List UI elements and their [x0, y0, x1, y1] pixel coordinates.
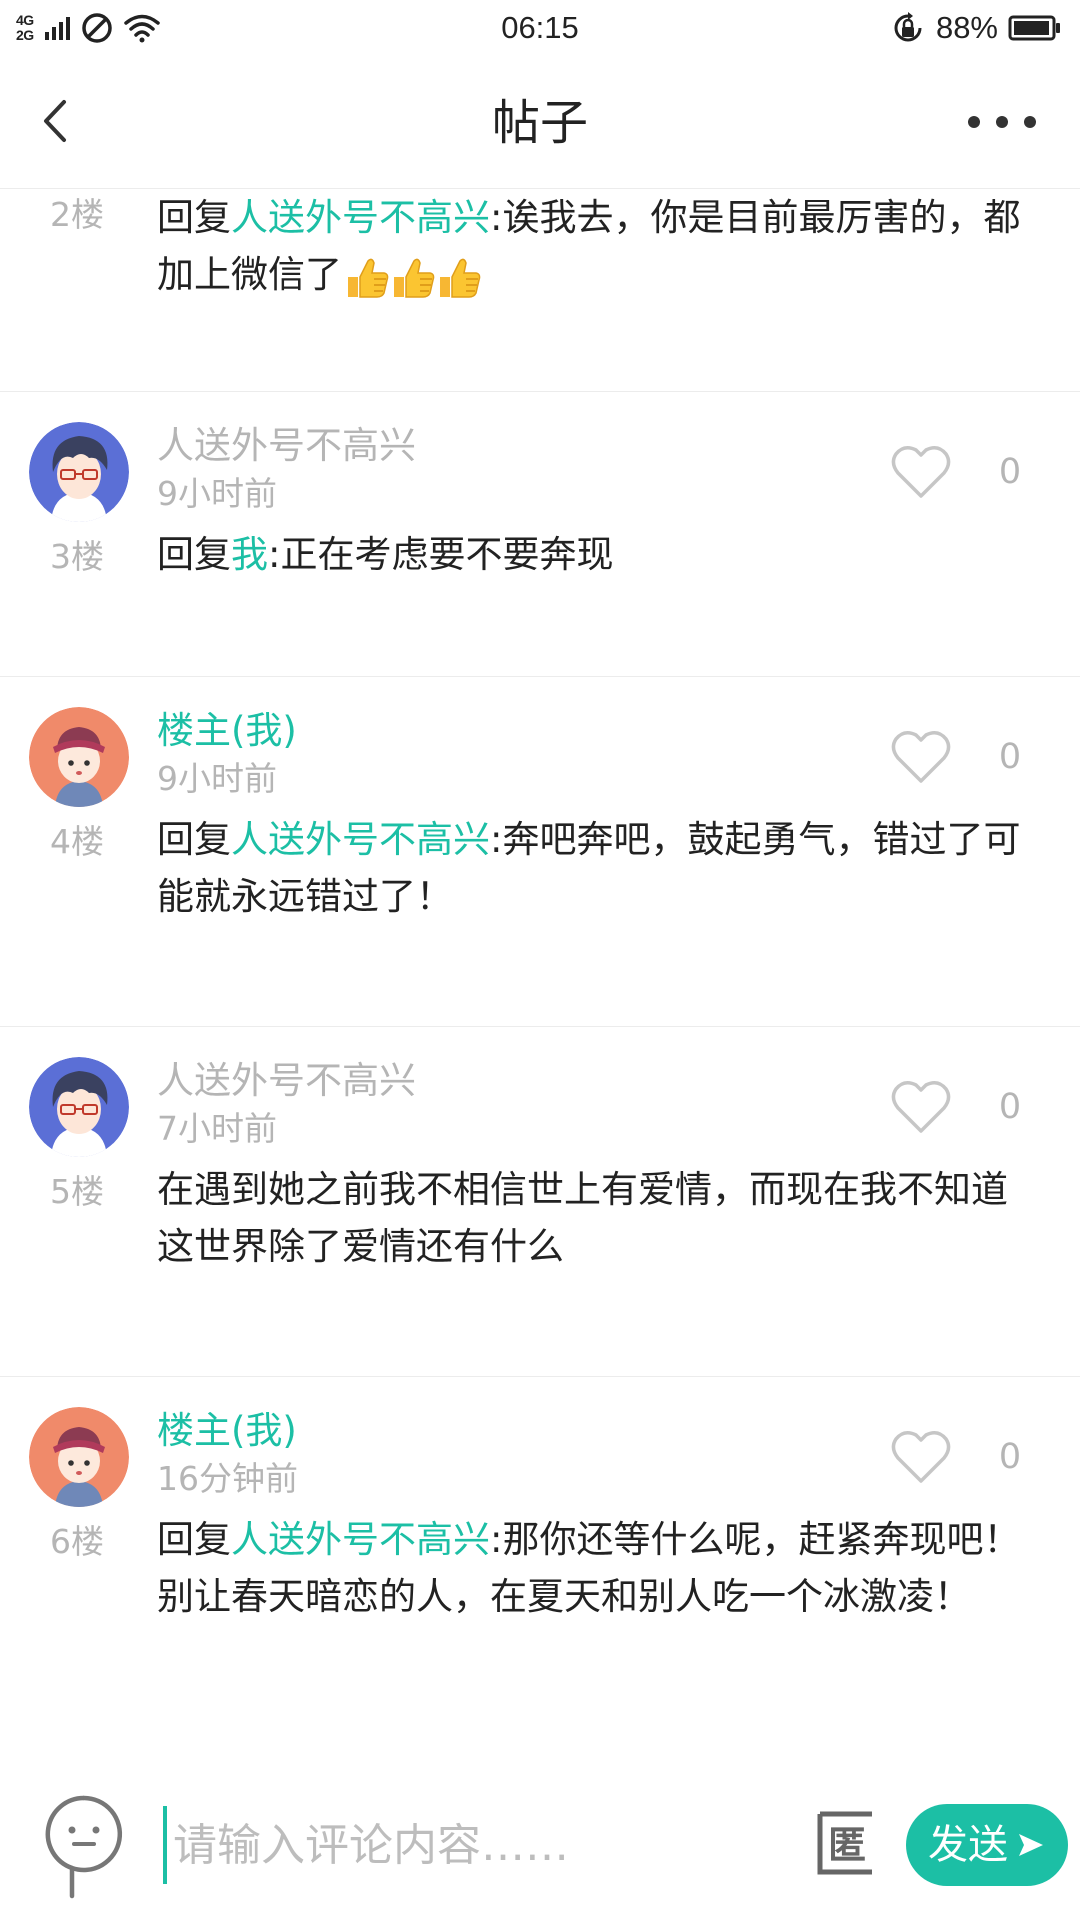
avatar[interactable] — [29, 1057, 129, 1157]
comment-time: 7小时前 — [157, 1109, 277, 1148]
comment-time: 9小时前 — [157, 759, 277, 798]
boy-avatar-icon — [29, 422, 129, 522]
more-dots-icon — [968, 116, 1036, 128]
title-bar: 帖子 — [0, 56, 1080, 189]
thumbs-up-emoji-icon — [394, 258, 435, 298]
reply-prefix: 回复 — [157, 196, 231, 239]
girl-avatar-icon — [29, 707, 129, 807]
avatar[interactable] — [29, 1407, 129, 1507]
thumbs-up-emoji-icon — [348, 258, 389, 298]
heart-outline-icon — [891, 731, 951, 783]
reply-prefix: 回复 — [157, 533, 231, 576]
comment-item: 楼主(我) 9小时前 0 4楼 回复人送外号不高兴:奔吧奔吧，鼓起勇气，错过了可… — [0, 677, 1080, 1027]
comment-body: 在遇到她之前我不相信世上有爱情，而现在我不知道这世界除了爱情还有什么 — [157, 1161, 1027, 1275]
battery-percent: 88% — [935, 10, 998, 45]
comment-body: 回复人送外号不高兴:诶我去，你是目前最厉害的，都加上微信了 — [157, 189, 1027, 303]
rotation-lock-icon — [894, 12, 922, 42]
heart-outline-icon — [891, 1081, 951, 1133]
floor-number: 4楼 — [50, 822, 104, 861]
username[interactable]: 楼主(我) — [157, 708, 297, 754]
anonymous-icon: 匿 — [817, 1811, 872, 1875]
more-button[interactable] — [962, 98, 1042, 146]
status-bar-right: 88% — [890, 8, 1062, 48]
floor-number: 5楼 — [50, 1172, 104, 1211]
like-button[interactable] — [890, 444, 952, 500]
like-count: 0 — [998, 1437, 1022, 1477]
comment-input-bar: 匿 发送 — [0, 1770, 1080, 1920]
floor-number: 3楼 — [50, 537, 104, 576]
reply-target-link[interactable]: 人送外号不高兴 — [231, 818, 490, 861]
username[interactable]: 人送外号不高兴 — [157, 423, 416, 469]
anonymous-label: 匿 — [828, 1823, 866, 1867]
send-button[interactable]: 发送 — [906, 1804, 1068, 1886]
comment-item: 人送外号不高兴 7小时前 0 5楼 在遇到她之前我不相信世上有爱情，而现在我不知… — [0, 1027, 1080, 1377]
reply-target-link[interactable]: 人送外号不高兴 — [231, 196, 490, 239]
like-button[interactable] — [890, 729, 952, 785]
send-label: 发送 — [928, 1822, 1008, 1868]
reply-target-link[interactable]: 我 — [231, 533, 268, 576]
reply-prefix: 回复 — [157, 818, 231, 861]
comment-text: 在遇到她之前我不相信世上有爱情，而现在我不知道这世界除了爱情还有什么 — [157, 1168, 1008, 1268]
comment-item: 楼主(我) 16分钟前 0 6楼 回复人送外号不高兴:那你还等什么呢，赶紧奔现吧… — [0, 1377, 1080, 1786]
heart-outline-icon — [891, 1431, 951, 1483]
like-button[interactable] — [890, 1079, 952, 1135]
reply-prefix: 回复 — [157, 1518, 231, 1561]
comment-body: 回复我:正在考虑要不要奔现 — [157, 526, 1027, 583]
thumbs-up-emoji-icon — [440, 258, 481, 298]
reply-target-link[interactable]: 人送外号不高兴 — [231, 1518, 490, 1561]
page-title: 帖子 — [491, 95, 588, 151]
comment-item: 2楼 回复人送外号不高兴:诶我去，你是目前最厉害的，都加上微信了 — [0, 189, 1080, 392]
comment-time: 9小时前 — [157, 474, 277, 513]
emoji-button[interactable] — [42, 1792, 126, 1904]
comment-time: 16分钟前 — [157, 1459, 298, 1498]
heart-outline-icon — [891, 446, 951, 498]
like-count: 0 — [998, 452, 1022, 492]
boy-avatar-icon — [29, 1057, 129, 1157]
like-count: 0 — [998, 737, 1022, 777]
comment-text: :正在考虑要不要奔现 — [268, 533, 614, 576]
comment-body: 回复人送外号不高兴:那你还等什么呢，赶紧奔现吧！别让春天暗恋的人，在夏天和别人吃… — [157, 1511, 1027, 1625]
comment-list: 2楼 回复人送外号不高兴:诶我去，你是目前最厉害的，都加上微信了 人送外号不高兴… — [0, 189, 1080, 1786]
username[interactable]: 楼主(我) — [157, 1408, 297, 1454]
avatar[interactable] — [29, 707, 129, 807]
anonymous-toggle[interactable]: 匿 — [816, 1810, 876, 1876]
username[interactable]: 人送外号不高兴 — [157, 1058, 416, 1104]
floor-number: 2楼 — [50, 195, 104, 234]
battery-icon — [1008, 15, 1060, 41]
floor-number: 6楼 — [50, 1522, 104, 1561]
comment-input[interactable] — [163, 1806, 813, 1884]
girl-avatar-icon — [29, 1407, 129, 1507]
avatar[interactable] — [29, 422, 129, 522]
status-bar: 4G 2G 06:15 88% — [0, 0, 1080, 56]
send-arrow-icon — [1019, 1834, 1043, 1856]
like-count: 0 — [998, 1087, 1022, 1127]
comment-body: 回复人送外号不高兴:奔吧奔吧，鼓起勇气，错过了可能就永远错过了！ — [157, 811, 1027, 925]
thumbs-up-emoji-group — [344, 255, 482, 299]
like-button[interactable] — [890, 1429, 952, 1485]
comment-item: 人送外号不高兴 9小时前 0 3楼 回复我:正在考虑要不要奔现 — [0, 392, 1080, 677]
emoji-face-icon — [45, 1795, 123, 1899]
